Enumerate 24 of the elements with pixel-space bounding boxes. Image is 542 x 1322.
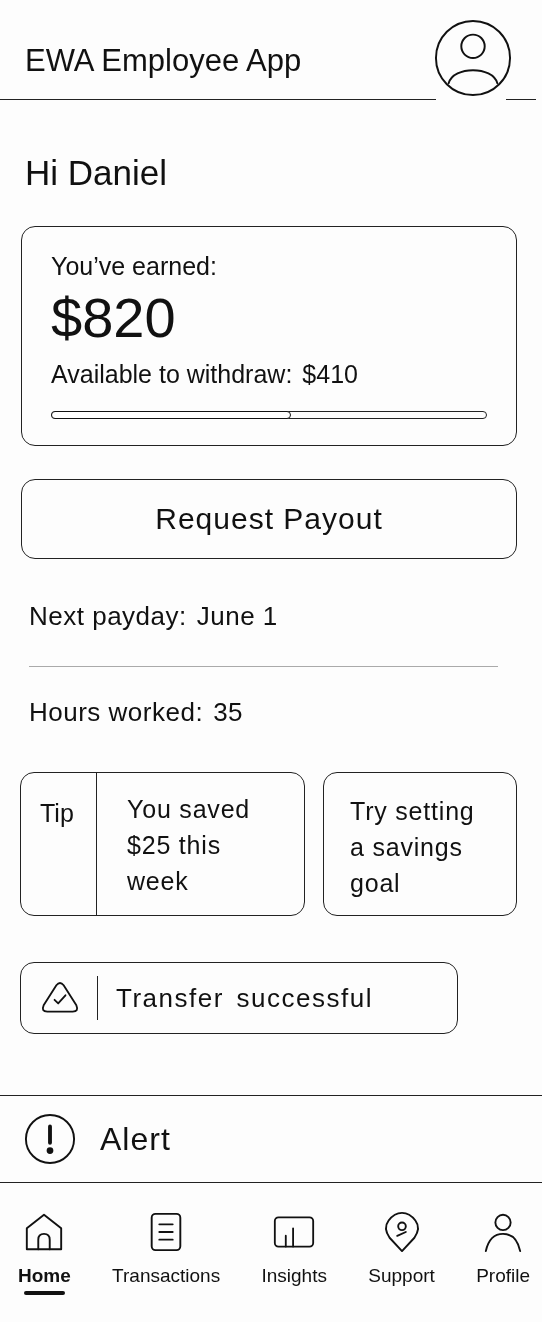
hours-worked-label: Hours worked:: [29, 697, 204, 728]
app-title: EWA Employee App: [25, 43, 302, 79]
greeting-text: Hi Daniel: [24, 152, 168, 193]
suggestion-text: Try setting a savings goal: [350, 796, 476, 899]
next-payday-label: Next payday:: [29, 601, 187, 632]
available-amount: $410: [302, 359, 358, 389]
toast-message: Transfer successful: [116, 982, 373, 1014]
earned-amount: $820: [51, 285, 177, 351]
nav-tab[interactable]: Support: [368, 1203, 435, 1295]
nav-tab[interactable]: Home: [18, 1203, 71, 1295]
tip-label: Tip: [21, 773, 97, 915]
nav-tab[interactable]: Insights: [261, 1203, 327, 1295]
nav-tab[interactable]: Transactions: [112, 1203, 221, 1295]
next-payday-value: June 1: [196, 601, 278, 632]
hours-worked-value: 35: [213, 697, 244, 728]
earned-label: You’ve earned:: [51, 251, 218, 281]
request-payout-button[interactable]: Request Payout: [21, 479, 517, 559]
profile-avatar-icon[interactable]: [434, 19, 512, 97]
nav-tab[interactable]: Profile: [476, 1203, 530, 1295]
check-triangle-icon: [40, 981, 80, 1015]
exclamation-icon: [24, 1113, 76, 1165]
available-label: Available to withdraw:: [51, 359, 293, 389]
tip-text: You saved $25 this week: [126, 794, 252, 897]
alert-text: Alert: [100, 1120, 171, 1158]
